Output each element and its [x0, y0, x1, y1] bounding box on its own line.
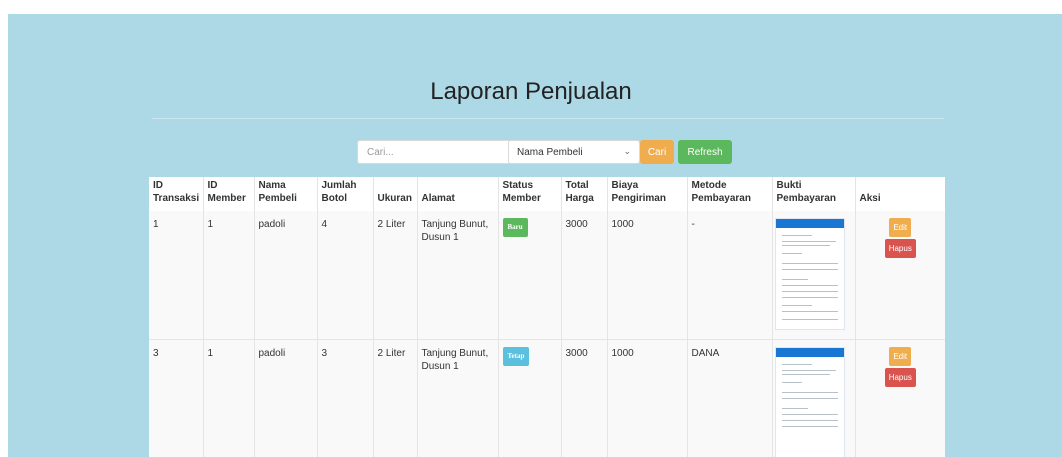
sales-table: ID Transaksi ID Member Nama Pembeli Juml…: [149, 177, 945, 457]
cell-bukti-pembayaran: [772, 211, 856, 340]
header-status-member: Status Member: [498, 177, 562, 211]
cell-nama-pembeli: padoli: [254, 339, 318, 457]
status-badge: Baru: [502, 218, 528, 237]
header-jumlah-botol: Jumlah Botol: [317, 177, 374, 211]
cell-total-harga: 3000: [561, 339, 608, 457]
cell-ukuran: 2 Liter: [373, 211, 418, 340]
cell-id-transaksi: 1: [149, 211, 204, 340]
cell-id-member: 1: [203, 211, 255, 340]
cell-ukuran: 2 Liter: [373, 339, 418, 457]
filter-select-value: Nama Pembeli: [517, 146, 583, 158]
header-id-transaksi: ID Transaksi: [149, 177, 204, 211]
table-header-row: ID Transaksi ID Member Nama Pembeli Juml…: [149, 177, 945, 211]
title-divider: [152, 118, 944, 119]
table-row: 3 1 padoli 3 2 Liter Tanjung Bunut, Dusu…: [149, 339, 945, 457]
payment-proof-image[interactable]: [774, 346, 845, 457]
cell-biaya-pengiriman: 1000: [607, 211, 688, 340]
header-ukuran: Ukuran: [373, 177, 418, 211]
search-input[interactable]: [357, 140, 517, 164]
cell-aksi: Edit Hapus: [855, 211, 945, 340]
search-button[interactable]: Cari: [640, 140, 674, 164]
refresh-button[interactable]: Refresh: [678, 140, 732, 164]
page-title: Laporan Penjualan: [430, 78, 632, 105]
payment-proof-image[interactable]: [774, 218, 845, 330]
filter-select[interactable]: Nama Pembeli ⌄: [508, 140, 640, 164]
header-alamat: Alamat: [417, 177, 499, 211]
cell-aksi: Edit Hapus: [855, 339, 945, 457]
cell-bukti-pembayaran: [772, 339, 856, 457]
delete-button[interactable]: Hapus: [884, 367, 916, 387]
chevron-down-icon: ⌄: [623, 146, 631, 156]
cell-jumlah-botol: 4: [317, 211, 374, 340]
cell-id-member: 1: [203, 339, 255, 457]
status-badge: Tetap: [502, 346, 530, 366]
cell-status-member: Tetap: [498, 339, 562, 457]
header-total-harga: Total Harga: [561, 177, 608, 211]
cell-alamat: Tanjung Bunut, Dusun 1: [417, 211, 499, 340]
header-bukti-pembayaran: Bukti Pembayaran: [772, 177, 856, 211]
cell-status-member: Baru: [498, 211, 562, 340]
cell-nama-pembeli: padoli: [254, 211, 318, 340]
header-aksi: Aksi: [859, 193, 881, 204]
cell-id-transaksi: 3: [149, 339, 204, 457]
cell-metode-pembayaran: DANA: [687, 339, 773, 457]
header-biaya-pengiriman: Biaya Pengiriman: [607, 177, 688, 211]
header-nama-pembeli: Nama Pembeli: [254, 177, 318, 211]
cell-jumlah-botol: 3: [317, 339, 374, 457]
cell-alamat: Tanjung Bunut, Dusun 1: [417, 339, 499, 457]
cell-total-harga: 3000: [561, 211, 608, 340]
header-id-member: ID Member: [203, 177, 255, 211]
edit-button[interactable]: Edit: [889, 218, 912, 237]
delete-button[interactable]: Hapus: [884, 239, 916, 258]
edit-button[interactable]: Edit: [889, 346, 912, 366]
header-metode-pembayaran: Metode Pembayaran: [687, 177, 773, 211]
cell-metode-pembayaran: -: [687, 211, 773, 340]
cell-biaya-pengiriman: 1000: [607, 339, 688, 457]
table-row: 1 1 padoli 4 2 Liter Tanjung Bunut, Dusu…: [149, 211, 945, 340]
